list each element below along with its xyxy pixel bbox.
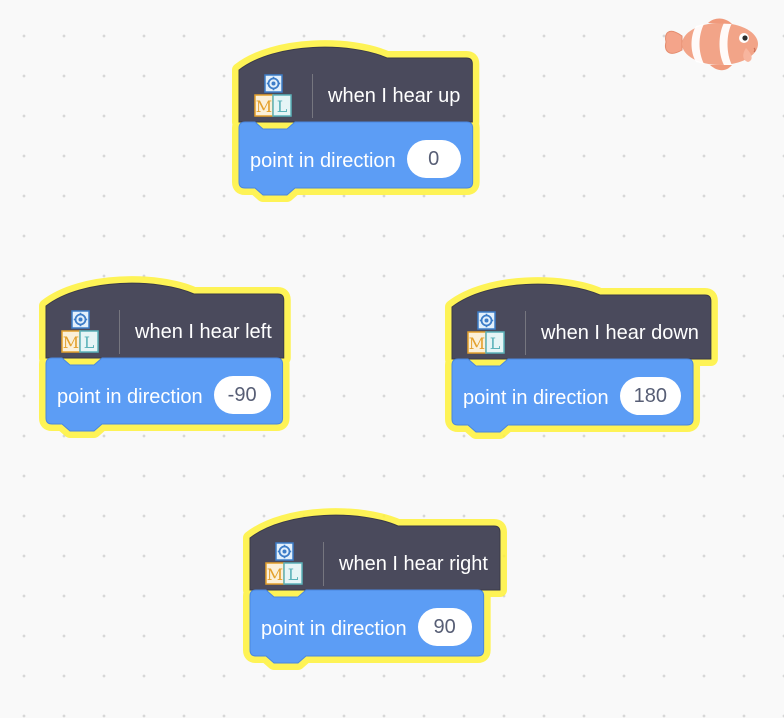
script-stack[interactable]: ML when I hear right point in direction … [243, 508, 530, 678]
block-shapes [39, 276, 291, 438]
hat-block-label: when I hear up [328, 85, 461, 107]
svg-text:L: L [490, 334, 501, 353]
command-block-label: point in direction [250, 150, 396, 172]
ml-blocks-icon: ML [253, 74, 293, 124]
command-block-label: point in direction [261, 618, 407, 640]
command-block-label: point in direction [463, 387, 609, 409]
block-shapes [243, 508, 507, 670]
hat-separator [525, 311, 526, 355]
block-shapes [232, 40, 480, 202]
svg-text:M: M [256, 97, 272, 116]
clownfish-sprite-icon[interactable] [662, 14, 762, 74]
svg-text:M: M [63, 333, 79, 352]
svg-text:L: L [288, 565, 299, 584]
block-shapes [445, 277, 718, 439]
direction-value-input[interactable]: 0 [406, 140, 461, 178]
ml-blocks-icon: ML [60, 310, 100, 360]
direction-value-input[interactable]: 180 [619, 377, 682, 415]
code-workspace[interactable]: ML when I hear up point in direction 0 M… [0, 0, 784, 718]
svg-text:M: M [267, 565, 283, 584]
script-stack[interactable]: ML when I hear down point in direction 1… [445, 277, 732, 447]
direction-value-input[interactable]: 90 [417, 608, 472, 646]
script-stack[interactable]: ML when I hear up point in direction 0 [232, 40, 519, 210]
command-block-label: point in direction [57, 386, 203, 408]
script-stack[interactable]: ML when I hear left point in direction -… [39, 276, 326, 446]
ml-blocks-icon: ML [466, 311, 506, 361]
hat-block-label: when I hear down [541, 322, 699, 344]
ml-blocks-icon: ML [264, 542, 304, 592]
hat-separator [312, 74, 313, 118]
hat-block-label: when I hear right [339, 553, 488, 575]
svg-text:L: L [84, 333, 95, 352]
svg-text:L: L [277, 97, 288, 116]
hat-separator [323, 542, 324, 586]
direction-value-input[interactable]: -90 [213, 376, 271, 414]
hat-block-label: when I hear left [135, 321, 272, 343]
hat-separator [119, 310, 120, 354]
svg-text:M: M [469, 334, 485, 353]
